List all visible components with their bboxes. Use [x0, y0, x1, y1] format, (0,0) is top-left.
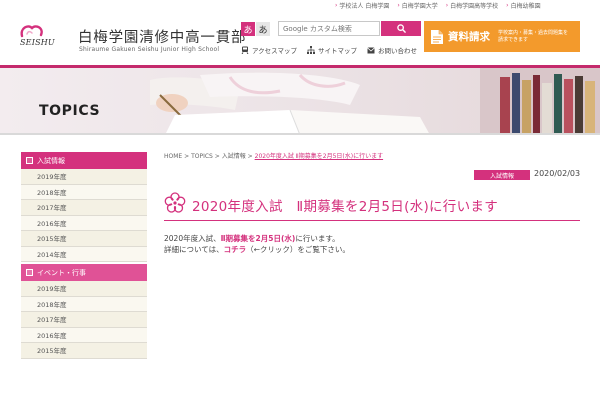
school-name[interactable]: 白梅学園清修中高一貫部 — [78, 26, 246, 47]
search-input[interactable] — [278, 21, 380, 36]
sidebar-item-admissions-2016[interactable]: 2016年度 — [21, 215, 147, 231]
breadcrumb-topics[interactable]: TOPICS — [191, 153, 213, 160]
sidebar-item-events-2017[interactable]: 2017年度 — [21, 312, 147, 328]
breadcrumb-separator: > — [184, 153, 190, 160]
logo-wordmark[interactable]: SEISHU — [20, 38, 55, 47]
breadcrumb-separator: > — [214, 153, 220, 160]
sidebar-item-admissions-2015[interactable]: 2015年度 — [21, 231, 147, 247]
sidebar-item-admissions-2017[interactable]: 2017年度 — [21, 200, 147, 216]
search-button[interactable] — [381, 21, 421, 36]
post-body-line-1: 2020年度入試、Ⅱ期募集を2月5日(水)に行います。 — [164, 233, 340, 244]
contact-label: お問い合わせ — [377, 47, 417, 55]
sitemap-label: サイトマップ — [317, 47, 357, 55]
access-map-link[interactable]: アクセスマップ — [241, 45, 297, 55]
search-icon — [396, 24, 406, 33]
top-link-label: 学校法人 白梅学園 — [339, 2, 390, 10]
breadcrumb-home[interactable]: HOME — [164, 153, 182, 160]
chevron-right-icon: › — [397, 1, 400, 9]
train-icon — [241, 46, 249, 54]
details-link[interactable]: コチラ — [224, 245, 247, 254]
font-size-large-button[interactable]: あ — [256, 22, 270, 36]
sidebar-item-admissions-2018[interactable]: 2018年度 — [21, 184, 147, 200]
sidebar-heading-events[interactable]: イベント・行事 — [21, 264, 147, 281]
sidebar-heading-admissions[interactable]: 入試情報 — [21, 152, 147, 169]
document-request-subtext: 学校案内・募集・過去問題集を請求できます — [498, 29, 569, 43]
post-body-line-2: 詳細については、コチラ（←クリック）をご覧下さい。 — [164, 244, 350, 255]
post-title-text: 2020年度入試 Ⅱ期募集を2月5日(水)に行います — [192, 199, 499, 215]
top-link-university[interactable]: › 白梅学園大学 — [397, 0, 437, 10]
sidebar-heading-label: イベント・行事 — [37, 268, 86, 277]
chevron-right-icon: › — [506, 1, 509, 9]
top-link-label: 白梅学園大学 — [401, 2, 438, 10]
sidebar-item-admissions-2019[interactable]: 2019年度 — [21, 169, 147, 185]
plum-flower-icon — [164, 192, 186, 213]
sidebar-heading-label: 入試情報 — [37, 156, 65, 165]
breadcrumb-category[interactable]: 入試情報 — [222, 153, 246, 160]
body-text: 2020年度入試、 — [164, 234, 221, 243]
topics-banner — [0, 65, 600, 135]
top-link-high-school[interactable]: › 白梅学園高等学校 — [446, 0, 498, 10]
body-text: （←クリック）をご覧下さい。 — [246, 245, 350, 254]
breadcrumb: HOME > TOPICS > 入試情報 > 2020年度入試 Ⅱ期募集を2月5… — [164, 151, 383, 160]
post-title: 2020年度入試 Ⅱ期募集を2月5日(水)に行います — [164, 192, 580, 221]
body-text: に行います。 — [295, 234, 340, 243]
top-link-kindergarten[interactable]: › 白梅幼稚園 — [506, 0, 540, 10]
banner-bottom-line — [0, 133, 600, 135]
chevron-right-icon: › — [445, 1, 449, 9]
school-name-english: Shiraume Gakuen Seishu Junior High Schoo… — [79, 46, 220, 53]
breadcrumb-current[interactable]: 2020年度入試 Ⅱ期募集を2月5日(水)に行います — [255, 153, 383, 160]
chevron-right-icon: › — [335, 1, 338, 9]
document-request-button[interactable]: 資料請求 学校案内・募集・過去問題集を請求できます — [424, 21, 580, 52]
sidebar-item-events-2018[interactable]: 2018年度 — [21, 296, 147, 312]
mail-icon — [367, 47, 375, 53]
banner-photo — [0, 68, 600, 135]
sidebar-item-events-2015[interactable]: 2015年度 — [21, 343, 147, 359]
document-request-label: 資料請求 — [448, 31, 490, 43]
sidebar-item-events-2016[interactable]: 2016年度 — [21, 327, 147, 343]
font-size-small-button[interactable]: あ — [241, 22, 255, 36]
document-icon — [431, 29, 443, 44]
body-text: 詳細については、 — [164, 245, 224, 254]
utility-links: アクセスマップ サイトマップ お問い合わせ — [241, 45, 417, 55]
category-badge[interactable]: 入試情報 — [474, 170, 530, 180]
top-link-label: 白梅学園高等学校 — [450, 2, 499, 10]
sidebar-item-events-2019[interactable]: 2019年度 — [21, 281, 147, 297]
post-date: 2020/02/03 — [534, 169, 581, 178]
sidebar-item-admissions-2014[interactable]: 2014年度 — [21, 246, 147, 262]
breadcrumb-separator: > — [247, 153, 253, 160]
square-bullet-icon — [26, 157, 33, 164]
sitemap-link[interactable]: サイトマップ — [306, 45, 357, 55]
top-link-bar: › 学校法人 白梅学園 › 白梅学園大学 › 白梅学園高等学校 › 白梅幼稚園 — [335, 0, 541, 10]
sitemap-icon — [306, 46, 315, 54]
body-emphasis: Ⅱ期募集を2月5日(水) — [220, 234, 296, 243]
page-title: TOPICS — [39, 103, 101, 119]
contact-link[interactable]: お問い合わせ — [367, 45, 417, 55]
top-link-corporation[interactable]: › 学校法人 白梅学園 — [335, 0, 389, 10]
access-map-label: アクセスマップ — [252, 47, 297, 55]
top-link-label: 白梅幼稚園 — [510, 2, 541, 10]
square-bullet-icon — [26, 269, 33, 276]
